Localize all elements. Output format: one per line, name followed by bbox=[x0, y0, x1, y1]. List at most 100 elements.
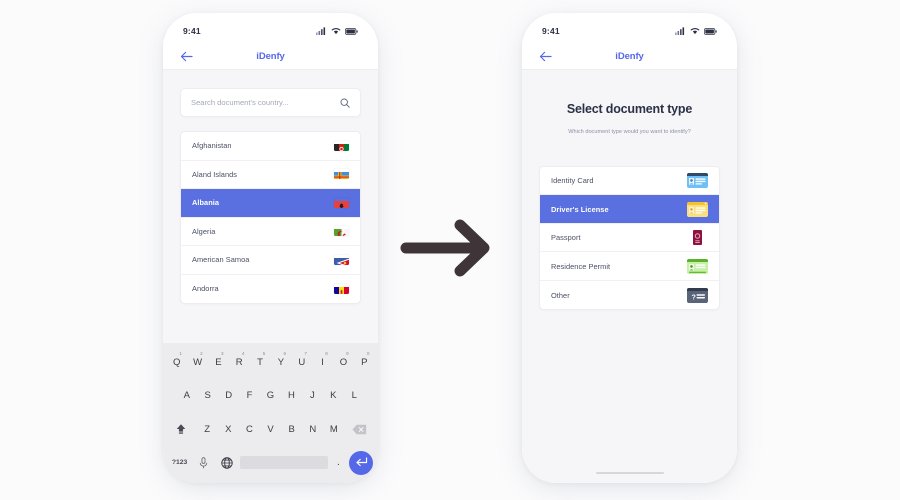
symbols-key[interactable]: ?123 bbox=[168, 451, 191, 475]
keyboard-row-2: A S DFGHJKL bbox=[168, 384, 373, 408]
country-row[interactable]: Aland Islands bbox=[181, 160, 360, 189]
screenshot-stage: 9:41 iDenfy Search document's country...… bbox=[0, 0, 900, 500]
app-brand-logo: iDenfy bbox=[256, 50, 285, 62]
country-row[interactable]: American Samoa bbox=[181, 246, 360, 275]
key-u[interactable]: U7 bbox=[293, 350, 310, 374]
backspace-key[interactable] bbox=[346, 417, 373, 441]
search-section bbox=[163, 70, 378, 117]
page-title: Select document type bbox=[566, 102, 693, 116]
key-e[interactable]: E3 bbox=[210, 350, 227, 374]
key-label: C bbox=[245, 423, 253, 435]
document-type-row[interactable]: Residence Permit bbox=[540, 252, 719, 281]
microphone-key[interactable] bbox=[195, 451, 213, 475]
screen-document-type: 9:41 iDenfy Select document type Which d… bbox=[522, 13, 737, 483]
key-b[interactable]: B bbox=[283, 417, 301, 441]
key-h[interactable]: H bbox=[283, 384, 300, 408]
nav-bar: iDenfy bbox=[163, 43, 378, 69]
key-w[interactable]: W2 bbox=[189, 350, 206, 374]
document-type-row[interactable]: Driver's License bbox=[540, 195, 719, 224]
key-number: 3 bbox=[221, 351, 224, 356]
key-k[interactable]: K bbox=[325, 384, 342, 408]
flag-american-samoa bbox=[334, 255, 349, 265]
identity-card-icon bbox=[687, 173, 708, 189]
flag-afghanistan bbox=[334, 143, 349, 151]
shift-key[interactable] bbox=[168, 417, 195, 441]
enter-key-icon bbox=[355, 457, 367, 467]
key-y[interactable]: Y6 bbox=[272, 350, 289, 374]
document-type-row[interactable]: Other? bbox=[540, 280, 719, 310]
key-label: A bbox=[183, 390, 190, 402]
keyboard-letters-row-3: Z X C V B NM bbox=[198, 417, 342, 441]
key-j[interactable]: J bbox=[304, 384, 321, 408]
back-arrow-icon bbox=[539, 51, 552, 61]
flag-aland-islands bbox=[334, 169, 349, 180]
screen-content-document: Select document type Which document type… bbox=[522, 69, 737, 483]
key-i[interactable]: I8 bbox=[314, 350, 331, 374]
key-label: D bbox=[225, 390, 233, 402]
key-number: 4 bbox=[241, 351, 245, 356]
key-label: E bbox=[215, 356, 222, 368]
key-x[interactable]: X bbox=[219, 417, 237, 441]
key-number: 9 bbox=[346, 351, 349, 356]
key-q[interactable]: Q1 bbox=[168, 350, 185, 374]
flag-albania bbox=[334, 198, 349, 208]
country-row[interactable]: Albania bbox=[181, 189, 360, 218]
key-label: V bbox=[267, 423, 274, 435]
space-key[interactable] bbox=[240, 456, 328, 470]
back-button[interactable] bbox=[179, 49, 193, 63]
document-type-row[interactable]: Passport bbox=[540, 223, 719, 253]
identity-card-icon bbox=[687, 173, 708, 189]
search-box[interactable] bbox=[180, 88, 361, 117]
country-row[interactable]: Andorra bbox=[181, 274, 360, 303]
key-t[interactable]: T5 bbox=[251, 350, 268, 374]
virtual-keyboard[interactable]: Q1W2E3R4T5Y6U7I8O9P0 ASDFGHJKL ZXCVBNM ?… bbox=[163, 343, 378, 483]
key-o[interactable]: O9 bbox=[335, 350, 352, 374]
key-c[interactable]: C bbox=[241, 417, 259, 441]
status-bar: 9:41 bbox=[163, 13, 378, 43]
key-label: W bbox=[193, 356, 203, 368]
key-f[interactable]: F bbox=[241, 384, 258, 408]
search-input[interactable] bbox=[191, 98, 340, 107]
key-g[interactable]: G bbox=[262, 384, 279, 408]
status-bar-icons bbox=[675, 27, 717, 35]
key-label: B bbox=[288, 423, 295, 435]
signal-bars-icon bbox=[316, 27, 326, 35]
document-type-label: Residence Permit bbox=[551, 261, 611, 271]
key-d[interactable]: D bbox=[220, 384, 237, 408]
document-type-row[interactable]: Identity Card bbox=[540, 166, 719, 196]
key-m[interactable]: M bbox=[325, 417, 343, 441]
key-number: 1 bbox=[179, 351, 182, 356]
key-label: I bbox=[321, 356, 324, 368]
wifi-icon bbox=[331, 28, 341, 35]
status-bar-clock: 9:41 bbox=[542, 26, 560, 36]
key-a[interactable]: A bbox=[178, 384, 195, 408]
back-button[interactable] bbox=[538, 49, 552, 63]
period-key[interactable]: . bbox=[331, 451, 345, 475]
flag-albania bbox=[334, 200, 349, 208]
drivers-license-icon bbox=[687, 201, 708, 217]
enter-key[interactable] bbox=[349, 450, 373, 475]
key-n[interactable]: N bbox=[304, 417, 322, 441]
country-row[interactable]: Afghanistan bbox=[181, 132, 360, 161]
key-v[interactable]: V bbox=[262, 417, 280, 441]
key-z[interactable]: Z bbox=[198, 417, 216, 441]
key-label: L bbox=[351, 390, 357, 402]
flow-arrow-icon bbox=[400, 219, 490, 277]
document-type-list: Identity Card Driver's License Passport Res… bbox=[539, 165, 720, 311]
key-label: X bbox=[225, 423, 232, 435]
key-p[interactable]: P0 bbox=[356, 350, 373, 374]
key-number: 0 bbox=[366, 351, 370, 356]
flow-arrow bbox=[400, 212, 500, 289]
flag-andorra bbox=[334, 284, 349, 294]
key-l[interactable]: L bbox=[346, 384, 363, 408]
key-label: N bbox=[309, 423, 317, 435]
key-s[interactable]: S bbox=[199, 384, 216, 408]
country-row[interactable]: Algeria bbox=[181, 217, 360, 246]
key-label: S bbox=[204, 390, 211, 402]
search-icon[interactable] bbox=[340, 97, 350, 108]
key-label: O bbox=[339, 356, 348, 368]
app-brand-logo: iDenfy bbox=[615, 50, 644, 62]
document-type-label: Other bbox=[551, 290, 570, 300]
language-key[interactable] bbox=[216, 451, 237, 475]
key-r[interactable]: R4 bbox=[231, 350, 248, 374]
